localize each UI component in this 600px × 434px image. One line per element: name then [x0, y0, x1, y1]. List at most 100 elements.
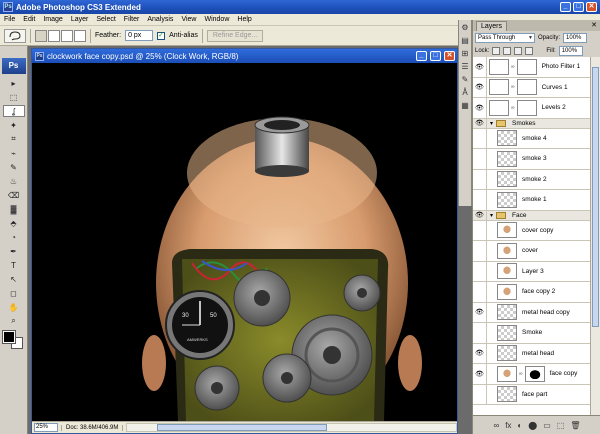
- visibility-eye-icon[interactable]: [473, 190, 487, 210]
- menu-select[interactable]: Select: [92, 16, 119, 23]
- add-to-selection-button[interactable]: [48, 29, 60, 42]
- layer-row[interactable]: cover copy: [473, 220, 591, 241]
- scroll-thumb[interactable]: [592, 67, 599, 327]
- layer-row[interactable]: Layer 3: [473, 261, 591, 282]
- panel-close-icon[interactable]: ✕: [591, 21, 597, 29]
- fill-input[interactable]: 100%: [558, 45, 583, 56]
- visibility-eye-icon[interactable]: [473, 282, 487, 302]
- visibility-eye-icon[interactable]: [473, 241, 487, 261]
- link-layers-icon[interactable]: ∞: [493, 421, 499, 430]
- layer-style-icon[interactable]: fx: [505, 421, 511, 430]
- tool-presets-panel-icon[interactable]: ☰: [460, 62, 470, 71]
- layer-row[interactable]: cover: [473, 241, 591, 262]
- layers-vertical-scrollbar[interactable]: [590, 57, 600, 415]
- menu-window[interactable]: Window: [200, 16, 233, 23]
- paragraph-panel-icon[interactable]: ▦: [460, 101, 470, 110]
- horizontal-scrollbar[interactable]: [126, 423, 457, 432]
- move-tool-icon[interactable]: ▸: [3, 77, 25, 89]
- lock-pixels-icon[interactable]: [503, 46, 512, 55]
- doc-maximize-button[interactable]: □: [430, 51, 441, 61]
- visibility-eye-icon[interactable]: 👁: [473, 118, 487, 128]
- layer-row[interactable]: 👁 ∞ face copy: [473, 364, 591, 385]
- delete-layer-icon[interactable]: 🗑: [570, 421, 580, 430]
- zoom-level-field[interactable]: 25%: [34, 423, 58, 432]
- eraser-tool-icon[interactable]: ⌫: [3, 189, 25, 201]
- layer-row[interactable]: smoke 3: [473, 149, 591, 170]
- layer-row[interactable]: 👁 ∞ Curves 1: [473, 77, 591, 98]
- lock-transparency-icon[interactable]: [492, 46, 501, 55]
- visibility-eye-icon[interactable]: 👁: [473, 364, 487, 384]
- gradient-tool-icon[interactable]: ▓: [3, 203, 25, 215]
- menu-analysis[interactable]: Analysis: [143, 16, 177, 23]
- brushes-panel-icon[interactable]: ✎: [460, 75, 470, 84]
- visibility-eye-icon[interactable]: 👁: [473, 77, 487, 97]
- close-button[interactable]: ✕: [586, 2, 597, 12]
- actions-panel-icon[interactable]: ⊞: [460, 49, 470, 58]
- visibility-eye-icon[interactable]: 👁: [473, 210, 487, 220]
- foreground-color-swatch[interactable]: [1, 330, 16, 344]
- new-group-icon[interactable]: ▭: [543, 421, 551, 430]
- layer-row[interactable]: smoke 1: [473, 190, 591, 211]
- blur-tool-icon[interactable]: ⬘: [3, 217, 25, 229]
- maximize-button[interactable]: □: [573, 2, 584, 12]
- add-mask-icon[interactable]: ◐: [517, 421, 522, 430]
- minimize-button[interactable]: _: [560, 2, 571, 12]
- layer-row[interactable]: smoke 2: [473, 169, 591, 190]
- visibility-eye-icon[interactable]: [473, 128, 487, 148]
- menu-file[interactable]: File: [0, 16, 19, 23]
- visibility-eye-icon[interactable]: [473, 261, 487, 281]
- menu-filter[interactable]: Filter: [120, 16, 144, 23]
- tool-preset-picker[interactable]: [4, 28, 26, 43]
- path-selection-tool-icon[interactable]: ↖: [3, 273, 25, 285]
- layer-group-row[interactable]: 👁 ▾ Smokes: [473, 118, 591, 129]
- subtract-from-selection-button[interactable]: [61, 29, 73, 42]
- menu-image[interactable]: Image: [39, 16, 66, 23]
- lock-position-icon[interactable]: [514, 46, 523, 55]
- layer-group-row[interactable]: 👁 ▾ Face: [473, 210, 591, 221]
- eyedropper-tool-icon[interactable]: ⌁: [3, 147, 25, 159]
- lasso-tool-icon[interactable]: ʆ: [2, 105, 25, 117]
- character-panel-icon[interactable]: Å: [460, 88, 470, 97]
- zoom-tool-icon[interactable]: ⌕: [3, 315, 25, 327]
- expand-triangle-icon[interactable]: ▾: [490, 212, 493, 219]
- visibility-eye-icon[interactable]: [473, 323, 487, 343]
- new-selection-button[interactable]: [35, 29, 47, 42]
- layer-row[interactable]: 👁 metal head: [473, 343, 591, 364]
- layer-row[interactable]: 👁 ∞ Levels 2: [473, 98, 591, 119]
- refine-edge-button[interactable]: Refine Edge...: [206, 29, 264, 42]
- adjustment-layer-icon[interactable]: ⬤: [528, 421, 537, 430]
- menu-view[interactable]: View: [177, 16, 200, 23]
- visibility-eye-icon[interactable]: [473, 149, 487, 169]
- layer-row[interactable]: smoke 4: [473, 128, 591, 149]
- dodge-tool-icon[interactable]: ◔: [3, 231, 25, 243]
- clone-stamp-tool-icon[interactable]: ♨: [3, 175, 25, 187]
- doc-close-button[interactable]: ✕: [444, 51, 455, 61]
- history-panel-icon[interactable]: ▤: [460, 36, 470, 45]
- visibility-eye-icon[interactable]: [473, 169, 487, 189]
- menu-edit[interactable]: Edit: [19, 16, 39, 23]
- visibility-eye-icon[interactable]: 👁: [473, 57, 487, 77]
- layer-row[interactable]: face copy 2: [473, 282, 591, 303]
- scroll-thumb[interactable]: [157, 424, 328, 431]
- visibility-eye-icon[interactable]: [473, 220, 487, 240]
- navigator-panel-icon[interactable]: ⚙: [460, 23, 470, 32]
- intersect-selection-button[interactable]: [74, 29, 86, 42]
- opacity-input[interactable]: 100%: [563, 33, 588, 43]
- layer-row[interactable]: 👁 ∞ Photo Filter 1: [473, 57, 591, 78]
- visibility-eye-icon[interactable]: [473, 384, 487, 404]
- visibility-eye-icon[interactable]: 👁: [473, 302, 487, 322]
- magic-wand-tool-icon[interactable]: ✦: [3, 119, 25, 131]
- menu-layer[interactable]: Layer: [67, 16, 93, 23]
- marquee-tool-icon[interactable]: ⬚: [3, 91, 25, 103]
- document-size-info[interactable]: Doc: 38.6M/406.9M: [61, 424, 124, 431]
- hand-tool-icon[interactable]: ✋: [3, 301, 25, 313]
- visibility-eye-icon[interactable]: 👁: [473, 98, 487, 118]
- crop-tool-icon[interactable]: ⌗: [3, 133, 25, 145]
- image-canvas[interactable]: 30 50 AMWERKS: [32, 63, 457, 421]
- brush-tool-icon[interactable]: ✎: [3, 161, 25, 173]
- antialias-checkbox[interactable]: ✓: [157, 31, 166, 40]
- doc-minimize-button[interactable]: _: [416, 51, 427, 61]
- expand-triangle-icon[interactable]: ▾: [490, 120, 493, 127]
- visibility-eye-icon[interactable]: 👁: [473, 343, 487, 363]
- layer-row[interactable]: Smoke: [473, 323, 591, 344]
